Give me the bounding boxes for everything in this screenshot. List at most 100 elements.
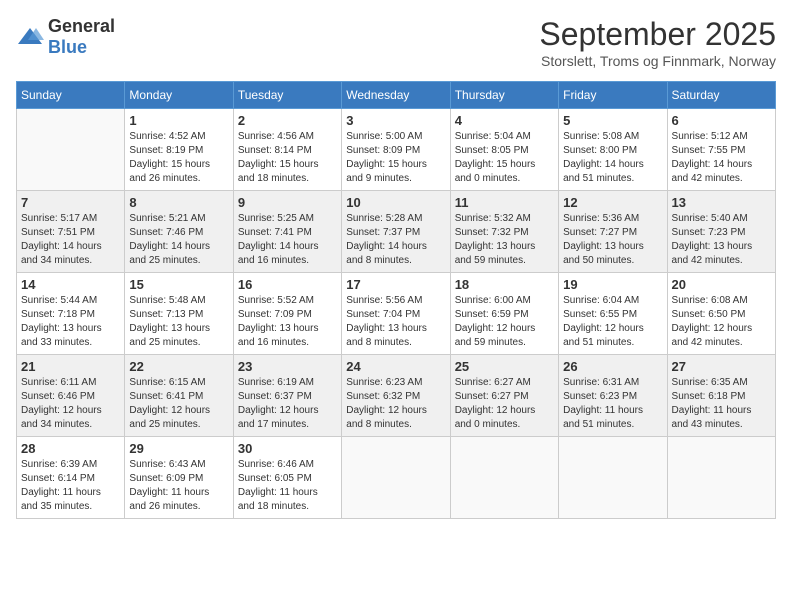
day-number: 5 [563,113,662,128]
calendar-cell: 24 Sunrise: 6:23 AM Sunset: 6:32 PM Dayli… [342,355,450,437]
day-number: 15 [129,277,228,292]
day-info: Sunrise: 4:56 AM Sunset: 8:14 PM Dayligh… [238,130,337,186]
calendar-cell: 28 Sunrise: 6:39 AM Sunset: 6:14 PM Dayli… [17,437,125,519]
calendar-cell: 21 Sunrise: 6:11 AM Sunset: 6:46 PM Dayli… [17,355,125,437]
calendar-cell: 6 Sunrise: 5:12 AM Sunset: 7:55 PM Daylig… [667,109,775,191]
logo-text: General Blue [48,16,115,58]
day-number: 17 [346,277,445,292]
weekday-header-sunday: Sunday [17,82,125,109]
day-number: 29 [129,441,228,456]
calendar-cell: 25Sunrise: 6:27 AM Sunset: 6:27 PM Dayli… [450,355,558,437]
day-number: 1 [129,113,228,128]
day-number: 18 [455,277,554,292]
day-info: Sunrise: 6:19 AM Sunset: 6:37 PM Dayligh… [238,376,337,432]
week-row-5: 28 Sunrise: 6:39 AM Sunset: 6:14 PM Dayli… [17,437,776,519]
day-info: Sunrise: 6:35 AM Sunset: 6:18 PM Dayligh… [672,376,771,432]
day-info: Sunrise: 6:15 AM Sunset: 6:41 PM Dayligh… [129,376,228,432]
weekday-header-thursday: Thursday [450,82,558,109]
week-row-4: 21 Sunrise: 6:11 AM Sunset: 6:46 PM Dayli… [17,355,776,437]
calendar-cell: 7Sunrise: 5:17 AM Sunset: 7:51 PM Daylig… [17,191,125,273]
day-number: 14 [21,277,120,292]
day-info: Sunrise: 6:31 AM Sunset: 6:23 PM Dayligh… [563,376,662,432]
calendar-cell [450,437,558,519]
calendar-cell: 30 Sunrise: 6:46 AM Sunset: 6:05 PM Dayli… [233,437,341,519]
calendar-cell: 3 Sunrise: 5:00 AM Sunset: 8:09 PM Daylig… [342,109,450,191]
calendar-cell: 18Sunrise: 6:00 AM Sunset: 6:59 PM Dayli… [450,273,558,355]
day-info: Sunrise: 6:43 AM Sunset: 6:09 PM Dayligh… [129,458,228,514]
weekday-header-tuesday: Tuesday [233,82,341,109]
day-info: Sunrise: 5:40 AM Sunset: 7:23 PM Dayligh… [672,212,771,268]
day-number: 2 [238,113,337,128]
day-number: 4 [455,113,554,128]
day-number: 25 [455,359,554,374]
calendar-cell: 11Sunrise: 5:32 AM Sunset: 7:32 PM Dayli… [450,191,558,273]
day-number: 23 [238,359,337,374]
day-number: 3 [346,113,445,128]
calendar-cell [559,437,667,519]
day-info: Sunrise: 5:00 AM Sunset: 8:09 PM Dayligh… [346,130,445,186]
day-number: 19 [563,277,662,292]
day-info: Sunrise: 5:28 AM Sunset: 7:37 PM Dayligh… [346,212,445,268]
weekday-header-wednesday: Wednesday [342,82,450,109]
location-subtitle: Storslett, Troms og Finnmark, Norway [539,53,776,69]
week-row-2: 7Sunrise: 5:17 AM Sunset: 7:51 PM Daylig… [17,191,776,273]
day-info: Sunrise: 5:56 AM Sunset: 7:04 PM Dayligh… [346,294,445,350]
day-number: 16 [238,277,337,292]
day-info: Sunrise: 5:12 AM Sunset: 7:55 PM Dayligh… [672,130,771,186]
calendar-cell: 27 Sunrise: 6:35 AM Sunset: 6:18 PM Dayli… [667,355,775,437]
day-info: Sunrise: 4:52 AM Sunset: 8:19 PM Dayligh… [129,130,228,186]
day-number: 24 [346,359,445,374]
day-info: Sunrise: 6:23 AM Sunset: 6:32 PM Dayligh… [346,376,445,432]
day-info: Sunrise: 5:21 AM Sunset: 7:46 PM Dayligh… [129,212,228,268]
calendar-cell: 22Sunrise: 6:15 AM Sunset: 6:41 PM Dayli… [125,355,233,437]
logo: General Blue [16,16,115,58]
day-number: 10 [346,195,445,210]
calendar-cell: 20 Sunrise: 6:08 AM Sunset: 6:50 PM Dayli… [667,273,775,355]
day-number: 13 [672,195,771,210]
day-number: 9 [238,195,337,210]
day-number: 6 [672,113,771,128]
day-number: 8 [129,195,228,210]
calendar-cell [17,109,125,191]
day-info: Sunrise: 6:39 AM Sunset: 6:14 PM Dayligh… [21,458,120,514]
day-info: Sunrise: 5:25 AM Sunset: 7:41 PM Dayligh… [238,212,337,268]
calendar-cell: 23 Sunrise: 6:19 AM Sunset: 6:37 PM Dayli… [233,355,341,437]
day-info: Sunrise: 5:17 AM Sunset: 7:51 PM Dayligh… [21,212,120,268]
day-number: 30 [238,441,337,456]
day-info: Sunrise: 6:08 AM Sunset: 6:50 PM Dayligh… [672,294,771,350]
calendar-cell: 2 Sunrise: 4:56 AM Sunset: 8:14 PM Daylig… [233,109,341,191]
calendar-cell [342,437,450,519]
logo-icon [16,26,44,48]
day-number: 28 [21,441,120,456]
day-info: Sunrise: 6:46 AM Sunset: 6:05 PM Dayligh… [238,458,337,514]
calendar-cell: 13 Sunrise: 5:40 AM Sunset: 7:23 PM Dayli… [667,191,775,273]
day-number: 20 [672,277,771,292]
calendar-cell: 19 Sunrise: 6:04 AM Sunset: 6:55 PM Dayli… [559,273,667,355]
day-number: 26 [563,359,662,374]
day-info: Sunrise: 6:11 AM Sunset: 6:46 PM Dayligh… [21,376,120,432]
calendar-cell: 9 Sunrise: 5:25 AM Sunset: 7:41 PM Daylig… [233,191,341,273]
day-number: 21 [21,359,120,374]
calendar-cell: 8 Sunrise: 5:21 AM Sunset: 7:46 PM Daylig… [125,191,233,273]
calendar-cell: 12Sunrise: 5:36 AM Sunset: 7:27 PM Dayli… [559,191,667,273]
weekday-header-saturday: Saturday [667,82,775,109]
month-title: September 2025 [539,16,776,53]
day-number: 11 [455,195,554,210]
day-info: Sunrise: 5:52 AM Sunset: 7:09 PM Dayligh… [238,294,337,350]
calendar-cell: 17 Sunrise: 5:56 AM Sunset: 7:04 PM Dayli… [342,273,450,355]
day-number: 12 [563,195,662,210]
calendar-table: SundayMondayTuesdayWednesdayThursdayFrid… [16,81,776,519]
day-info: Sunrise: 5:04 AM Sunset: 8:05 PM Dayligh… [455,130,554,186]
calendar-cell: 14 Sunrise: 5:44 AM Sunset: 7:18 PM Dayli… [17,273,125,355]
weekday-header-friday: Friday [559,82,667,109]
calendar-cell: 4 Sunrise: 5:04 AM Sunset: 8:05 PM Daylig… [450,109,558,191]
day-number: 27 [672,359,771,374]
week-row-3: 14 Sunrise: 5:44 AM Sunset: 7:18 PM Dayli… [17,273,776,355]
title-block: September 2025 Storslett, Troms og Finnm… [539,16,776,69]
calendar-cell: 26 Sunrise: 6:31 AM Sunset: 6:23 PM Dayli… [559,355,667,437]
day-info: Sunrise: 5:44 AM Sunset: 7:18 PM Dayligh… [21,294,120,350]
calendar-cell: 1 Sunrise: 4:52 AM Sunset: 8:19 PM Daylig… [125,109,233,191]
day-info: Sunrise: 5:08 AM Sunset: 8:00 PM Dayligh… [563,130,662,186]
weekday-header-monday: Monday [125,82,233,109]
day-info: Sunrise: 6:04 AM Sunset: 6:55 PM Dayligh… [563,294,662,350]
